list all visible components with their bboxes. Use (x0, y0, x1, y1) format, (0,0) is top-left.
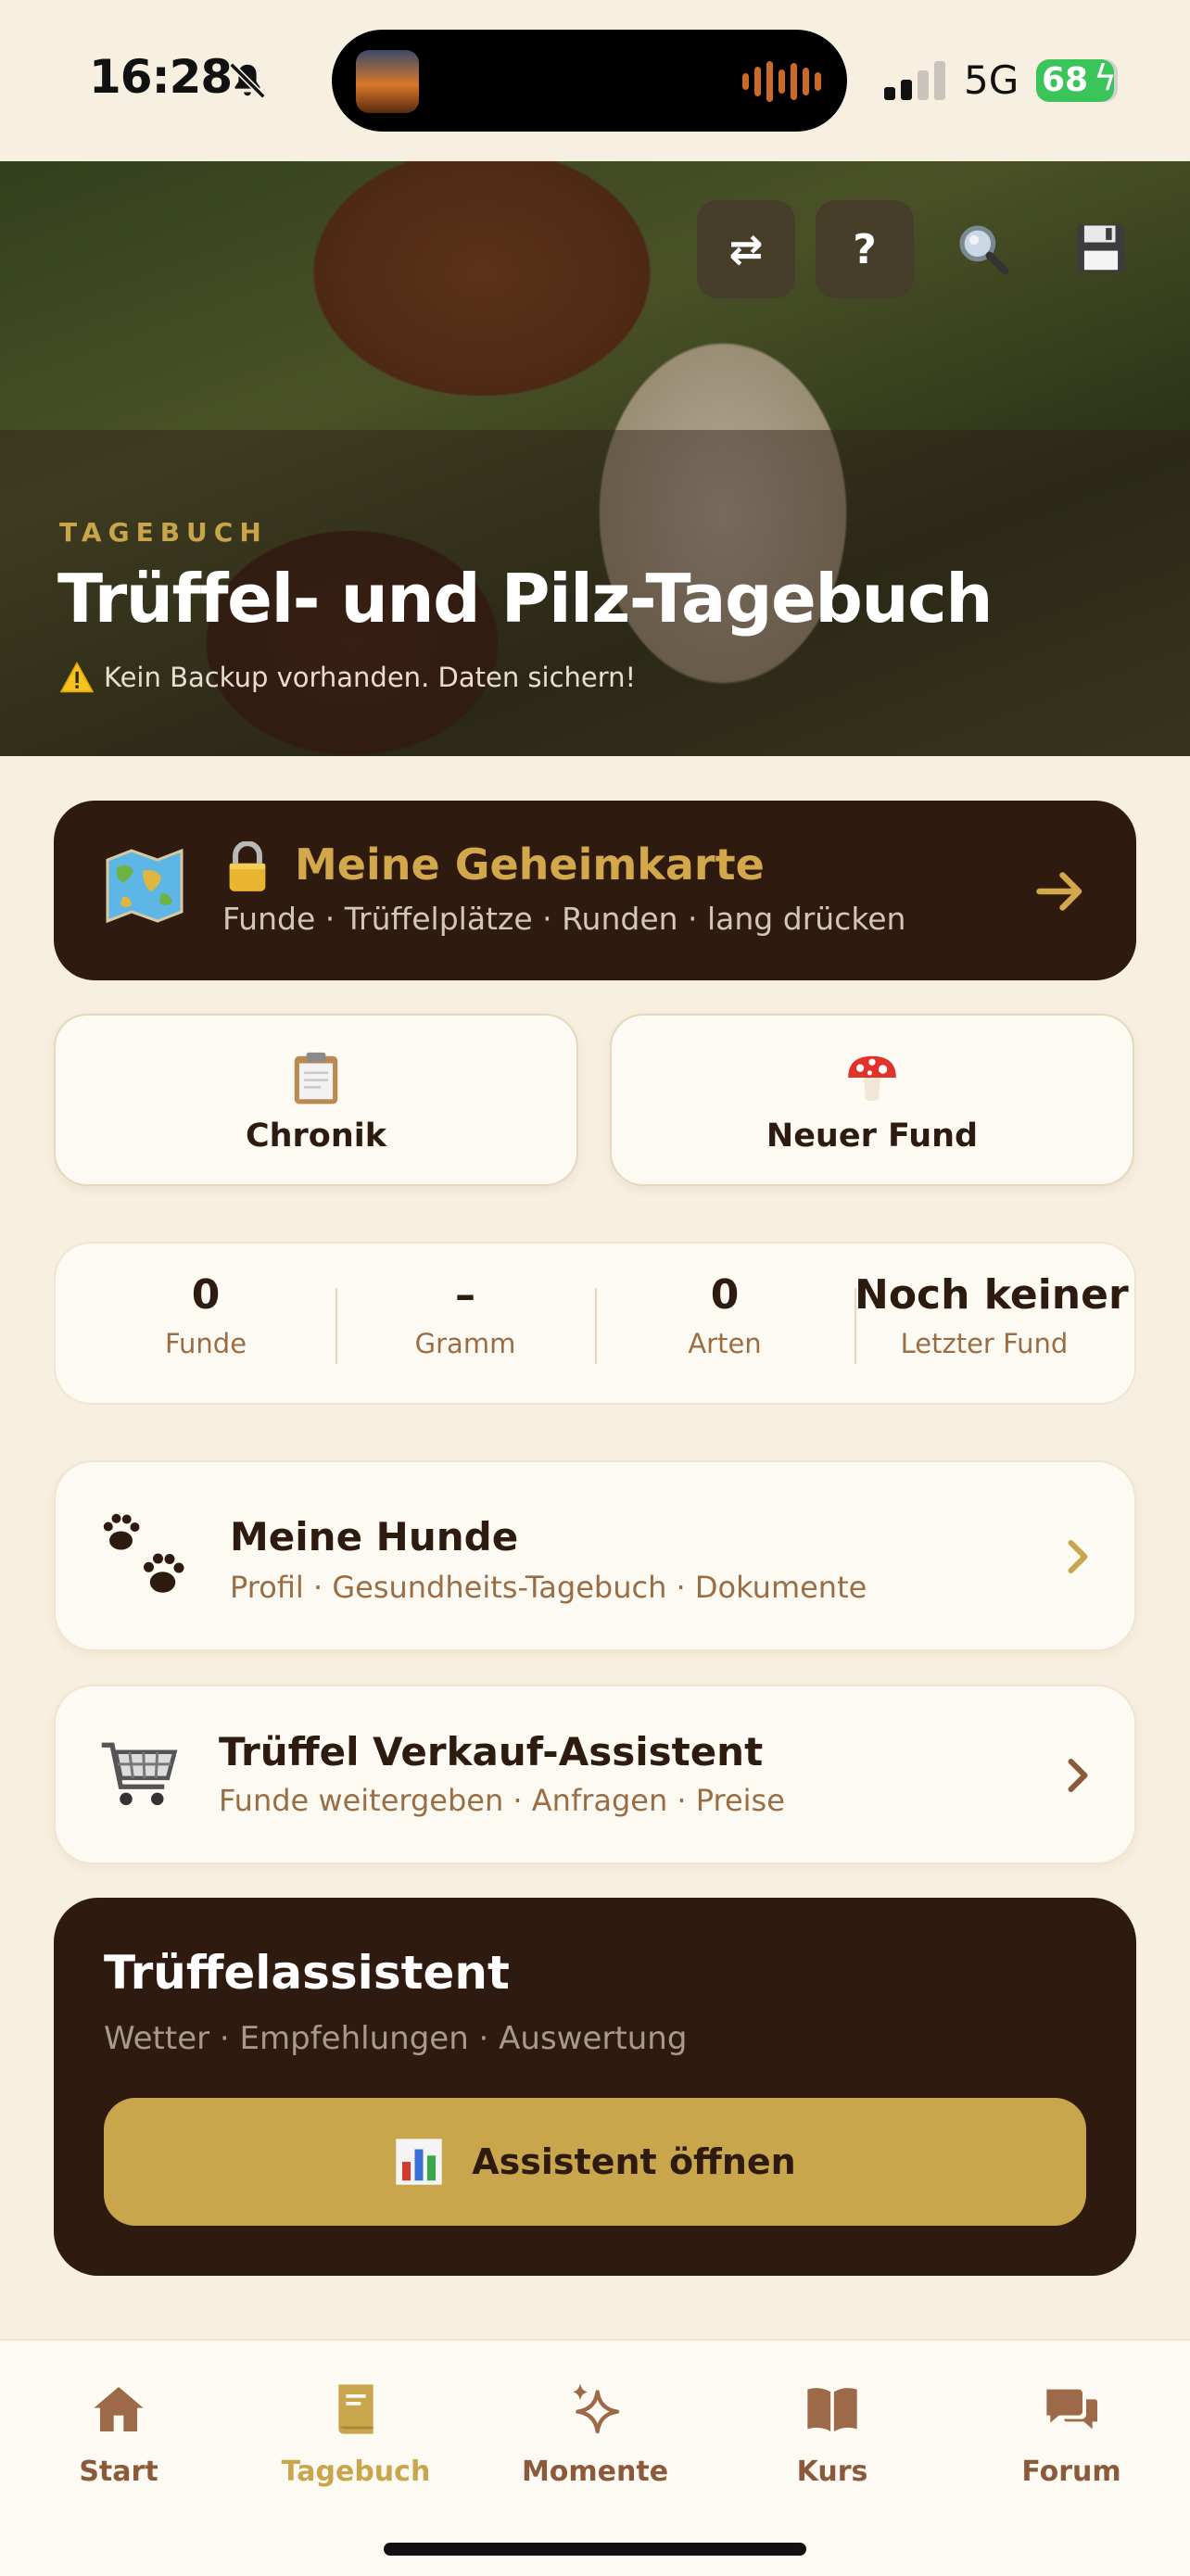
stat-grams: – Gramm (335, 1271, 595, 1359)
my-dogs-subtitle: Profil · Gesundheits-Tagebuch · Dokument… (230, 1570, 867, 1605)
bar-chart-icon (396, 2139, 443, 2185)
chat-icon (1046, 2389, 1097, 2430)
truffle-assistant-card: Trüffelassistent Wetter · Empfehlungen ·… (54, 1898, 1136, 2276)
tab-label: Start (79, 2456, 158, 2488)
warning-icon (59, 662, 95, 693)
open-assistant-label: Assistent öffnen (472, 2141, 796, 2182)
shopping-cart-icon (101, 1742, 178, 1806)
assistant-title: Trüffelassistent (104, 1946, 510, 2000)
tab-start[interactable]: Start (17, 2380, 221, 2488)
secret-map-subtitle: Funde · Trüffelplätze · Runden · lang dr… (222, 901, 906, 937)
hero-image-shade (0, 161, 1190, 430)
stat-value: 0 (710, 1271, 740, 1319)
lock-icon (229, 841, 266, 891)
paw-prints-icon (103, 1513, 184, 1593)
backup-warning[interactable]: Kein Backup vorhanden. Daten sichern! (59, 662, 636, 693)
open-assistant-button[interactable]: Assistent öffnen (104, 2098, 1086, 2226)
tab-label: Tagebuch (281, 2456, 431, 2488)
stat-finds: 0 Funde (76, 1271, 335, 1359)
truffle-sales-title: Trüffel Verkauf-Assistent (219, 1729, 764, 1774)
stat-label: Funde (164, 1328, 247, 1359)
stat-value: – (455, 1271, 475, 1319)
secret-map-title: Meine Geheimkarte (295, 840, 765, 890)
status-bar: 16:28 5G 68 ϟ (0, 0, 1190, 161)
chronicle-tile[interactable]: Chronik (54, 1014, 578, 1186)
cellular-signal-icon (884, 61, 945, 100)
stat-label: Letzter Fund (900, 1328, 1069, 1359)
search-icon[interactable] (949, 215, 1016, 282)
tab-bar: Start Tagebuch Momente Kurs Forum (0, 2339, 1190, 2576)
my-dogs-card[interactable]: Meine Hunde Profil · Gesundheits-Tagebuc… (54, 1460, 1136, 1651)
now-playing-artwork (356, 50, 419, 113)
my-dogs-title: Meine Hunde (230, 1514, 519, 1559)
chevron-right-icon (1068, 1540, 1088, 1573)
home-icon (94, 2387, 144, 2431)
tab-label: Forum (1021, 2456, 1121, 2488)
book-icon (338, 2384, 373, 2434)
stat-value: 0 (191, 1271, 221, 1319)
tab-momente[interactable]: Momente (493, 2380, 697, 2488)
status-time: 16:28 (89, 50, 233, 104)
stat-label: Gramm (414, 1328, 516, 1359)
stat-species: 0 Arten (595, 1271, 855, 1359)
tab-label: Kurs (796, 2456, 868, 2488)
audio-waveform-icon (742, 61, 821, 102)
new-find-tile[interactable]: Neuer Fund (610, 1014, 1134, 1186)
tab-label: Momente (521, 2456, 669, 2488)
swap-button[interactable]: ⇄ (697, 200, 795, 298)
secret-map-card[interactable]: Meine Geheimkarte Funde · Trüffelplätze … (54, 801, 1136, 980)
network-type: 5G (964, 57, 1019, 103)
mushroom-icon (848, 1055, 896, 1102)
world-map-icon (106, 849, 184, 923)
backup-warning-text: Kein Backup vorhanden. Daten sichern! (104, 662, 637, 693)
page-title: Trüffel- und Pilz-Tagebuch (57, 560, 994, 638)
chevron-right-icon (1068, 1759, 1088, 1792)
stat-value: Noch keiner (855, 1271, 1129, 1319)
section-kicker: TAGEBUCH (59, 517, 268, 548)
hero-header: ⇄ ? TAGEBUCH Trüffel- und Pilz-Tagebuch (0, 161, 1190, 756)
stat-label: Arten (688, 1328, 762, 1359)
clipboard-icon (294, 1052, 338, 1105)
save-floppy-icon[interactable] (1068, 215, 1134, 282)
home-indicator[interactable] (384, 2543, 806, 2556)
truffle-sales-card[interactable]: Trüffel Verkauf-Assistent Funde weiterge… (54, 1685, 1136, 1864)
truffle-sales-subtitle: Funde weitergeben · Anfragen · Preise (219, 1783, 785, 1818)
screen: 16:28 5G 68 ϟ ⇄ ? TAGEBUCH Trüffel- und … (0, 0, 1190, 2576)
dynamic-island[interactable] (332, 30, 847, 132)
chronicle-label: Chronik (245, 1118, 387, 1155)
charging-bolt-icon: ϟ (1094, 57, 1118, 98)
tab-forum[interactable]: Forum (969, 2380, 1173, 2488)
tab-tagebuch[interactable]: Tagebuch (254, 2380, 458, 2488)
new-find-label: Neuer Fund (766, 1118, 979, 1155)
arrow-right-icon (1036, 872, 1082, 911)
tab-kurs[interactable]: Kurs (730, 2380, 934, 2488)
open-book-icon (807, 2388, 857, 2431)
sparkle-icon (573, 2383, 620, 2434)
bell-muted-icon (229, 62, 266, 99)
assistant-subtitle: Wetter · Empfehlungen · Auswertung (104, 2020, 688, 2057)
help-button[interactable]: ? (816, 200, 914, 298)
stat-last-find: Noch keiner Letzter Fund (855, 1271, 1129, 1359)
stats-card: 0 Funde – Gramm 0 Arten Noch keiner Letz… (54, 1242, 1136, 1405)
